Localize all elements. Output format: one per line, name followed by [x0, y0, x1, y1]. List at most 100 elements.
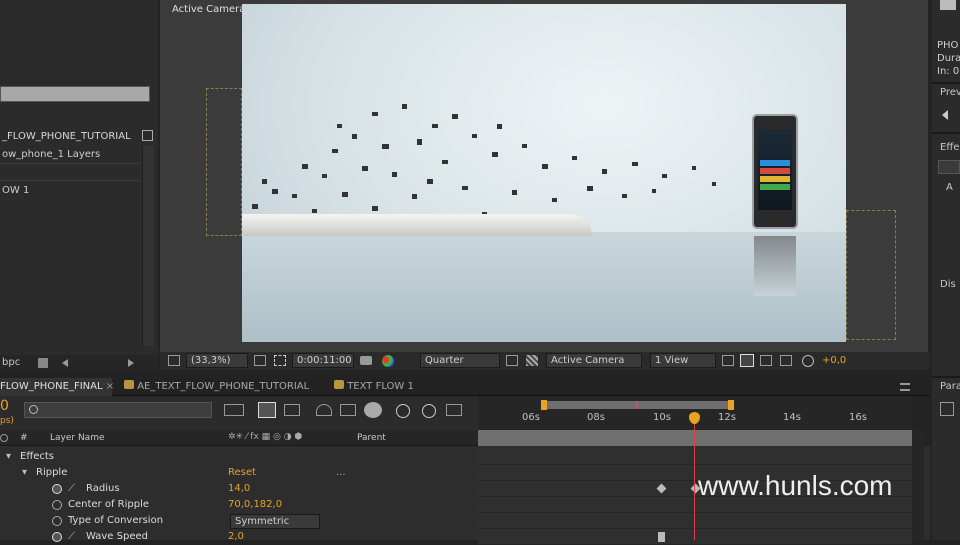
resolution-dropdown[interactable]: Quarter	[420, 353, 500, 368]
close-icon[interactable]: ×	[106, 381, 114, 392]
options-link[interactable]: ...	[336, 465, 346, 481]
work-area-start-handle[interactable]	[541, 400, 547, 410]
layer-column-header: # Layer Name ✲✳ ⁄ fx ▦ ◎ ◑ ⬢ Parent	[0, 430, 478, 446]
tab-label: FLOW_PHONE_FINAL	[0, 381, 103, 392]
project-comp-name[interactable]: _FLOW_PHONE_TUTORIAL	[2, 131, 131, 142]
row-ripple[interactable]: ▾ Ripple Reset ...	[0, 465, 478, 481]
transparency-grid-icon[interactable]	[526, 355, 538, 366]
effects-search-icon[interactable]	[938, 160, 960, 174]
graph-editor-icon[interactable]	[396, 404, 410, 418]
project-layers-label[interactable]: ow_phone_1 Layers	[2, 149, 100, 160]
bpc-label[interactable]: bpc	[2, 357, 20, 368]
graph-icon[interactable]: ⟋	[68, 529, 75, 545]
wave-speed-value[interactable]: 2,0	[228, 529, 244, 545]
project-search-bar[interactable]	[0, 86, 150, 102]
effects-panel-title[interactable]: Effe	[940, 142, 959, 153]
mask-icon[interactable]	[274, 355, 286, 366]
stopwatch-icon[interactable]	[52, 500, 62, 510]
stopwatch-icon[interactable]	[52, 516, 62, 526]
search-icon	[29, 405, 38, 414]
first-frame-icon[interactable]	[942, 110, 948, 120]
scroll-right-icon[interactable]	[128, 359, 134, 367]
always-preview-icon[interactable]	[168, 355, 180, 366]
track-end-marker[interactable]	[912, 430, 924, 446]
color-channels-icon[interactable]	[382, 355, 394, 367]
center-value[interactable]: 70,0,182,0	[228, 497, 282, 513]
panel-menu-icon[interactable]	[900, 383, 910, 391]
composition-icon	[124, 380, 134, 389]
timeline-tab-bar: FLOW_PHONE_FINAL × AE_TEXT_FLOW_PHONE_TU…	[0, 378, 930, 396]
tab-label: AE_TEXT_FLOW_PHONE_TUTORIAL	[137, 381, 310, 392]
radius-value[interactable]: 14,0	[228, 481, 250, 497]
tab-flow-phone-final[interactable]: FLOW_PHONE_FINAL ×	[0, 378, 114, 396]
time-tick: 14s	[783, 412, 801, 423]
time-tick: 10s	[653, 412, 671, 423]
track-row[interactable]	[478, 529, 912, 545]
align-left-icon[interactable]	[940, 402, 954, 416]
timeline-search-input[interactable]	[24, 402, 212, 418]
project-flow-label[interactable]: OW 1	[2, 185, 29, 196]
conversion-dropdown[interactable]: Symmetric	[230, 514, 320, 529]
render-frame[interactable]	[242, 4, 846, 342]
playhead-line[interactable]	[694, 420, 695, 540]
column-parent[interactable]: Parent	[357, 433, 386, 443]
viewer-toolbar-row: (33,3%) 0:00:11:00 Quarter Active Camera…	[160, 352, 930, 370]
view-layout-dropdown[interactable]: 1 View	[650, 353, 716, 368]
phone-screen	[758, 130, 792, 210]
region-of-interest-icon[interactable]	[506, 355, 518, 366]
tab-ae-text-flow-phone-tutorial[interactable]: AE_TEXT_FLOW_PHONE_TUTORIAL	[116, 378, 317, 396]
phone-device[interactable]	[752, 114, 798, 229]
watermark: www.hunls.com	[698, 470, 893, 501]
project-scrollbar[interactable]	[142, 146, 154, 346]
timecode-field[interactable]: 0:00:11:00	[292, 353, 354, 368]
motion-blur-icon[interactable]	[340, 404, 356, 416]
keyframe-hold[interactable]	[658, 532, 665, 542]
shy-layers-icon[interactable]	[284, 404, 300, 416]
reset-link[interactable]: Reset	[228, 465, 256, 481]
timeline-scrollbar[interactable]	[912, 446, 924, 540]
graph-icon[interactable]: ⟋	[68, 481, 75, 497]
camera-snapshot-icon[interactable]	[360, 356, 372, 365]
timeline-icon[interactable]	[760, 355, 772, 366]
row-radius[interactable]: ⟋ Radius 14,0	[0, 481, 478, 497]
tab-text-flow-1[interactable]: TEXT FLOW 1	[326, 378, 422, 396]
flowchart-icon[interactable]	[142, 130, 153, 141]
row-center-of-ripple[interactable]: Center of Ripple 70,0,182,0	[0, 497, 478, 513]
frame-blending-icon[interactable]	[316, 404, 332, 416]
timeline-controls: 0 ps)	[0, 396, 478, 430]
flowchart-view-icon[interactable]	[780, 355, 792, 366]
row-label: Effects	[20, 451, 54, 462]
render-queue-icon[interactable]	[446, 404, 462, 416]
trash-icon[interactable]	[38, 358, 48, 368]
paragraph-panel-title[interactable]: Para	[940, 381, 960, 392]
row-wave-speed[interactable]: ⟋ Wave Speed 2,0	[0, 529, 478, 545]
column-layer-name[interactable]: Layer Name	[50, 433, 105, 443]
scroll-left-icon[interactable]	[62, 359, 68, 367]
reset-exposure-icon[interactable]	[802, 355, 814, 367]
stopwatch-icon[interactable]	[422, 404, 436, 418]
camera-dropdown[interactable]: Active Camera	[546, 353, 642, 368]
stopwatch-icon[interactable]	[52, 484, 62, 494]
track-row[interactable]	[478, 449, 912, 465]
track-row[interactable]	[478, 513, 912, 529]
effects-category-dis[interactable]: Dis	[940, 279, 956, 290]
row-type-of-conversion[interactable]: Type of Conversion Symmetric	[0, 513, 478, 529]
divider	[0, 180, 140, 181]
right-duration-label: Dura	[937, 53, 960, 64]
brainstorm-icon[interactable]	[364, 402, 382, 418]
stopwatch-icon[interactable]	[52, 532, 62, 542]
exposure-value[interactable]: +0,0	[822, 355, 846, 366]
zoom-dropdown[interactable]: (33,3%)	[186, 353, 248, 368]
current-time-display[interactable]: 0	[0, 398, 9, 414]
preview-panel-title[interactable]: Prev	[940, 87, 960, 98]
fast-preview-icon[interactable]	[740, 354, 754, 367]
row-effects[interactable]: ▾ Effects	[0, 449, 478, 465]
comp-mini-flowchart-icon[interactable]	[224, 404, 244, 416]
draft-3d-icon[interactable]	[258, 402, 276, 418]
toggle-pixel-icon[interactable]	[722, 355, 734, 366]
grid-icon[interactable]	[254, 355, 266, 366]
effects-category-a[interactable]: A	[946, 182, 953, 193]
keyframe-diamond[interactable]	[656, 483, 667, 494]
panel-divider	[932, 82, 960, 84]
work-area-end-handle[interactable]	[728, 400, 734, 410]
